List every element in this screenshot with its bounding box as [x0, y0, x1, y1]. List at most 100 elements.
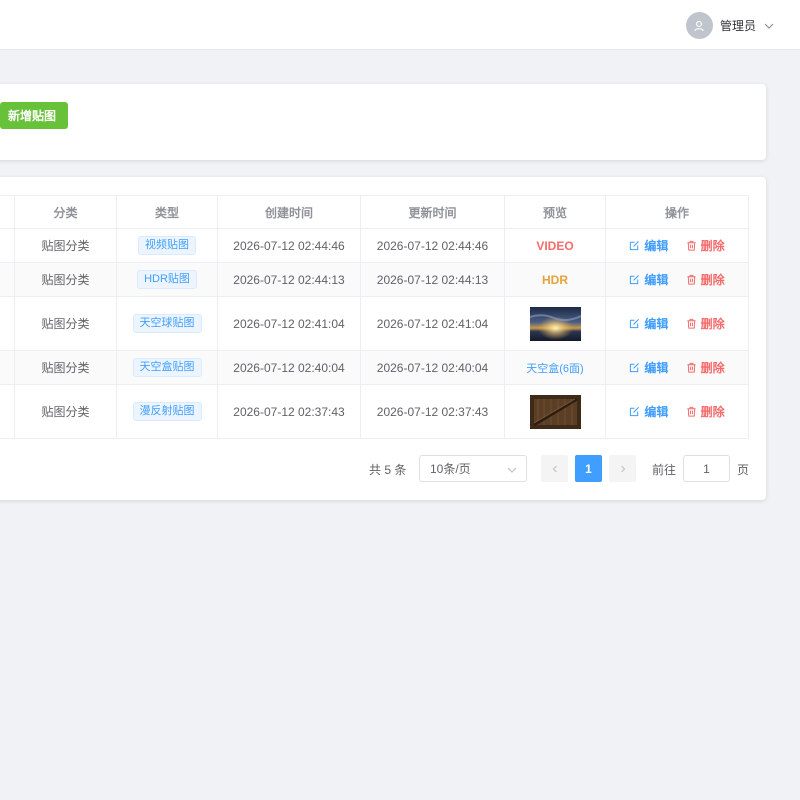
cell-hidden: [0, 350, 15, 385]
table-row[interactable]: 贴图分类 漫反射贴图 2026-07-12 02:37:43 2026-07-1…: [0, 384, 749, 439]
cell-hidden: [0, 296, 15, 351]
edit-button[interactable]: 编辑: [629, 315, 668, 332]
column-header-actions[interactable]: 操作: [605, 195, 749, 229]
cell-created: 2026-07-12 02:41:04: [217, 296, 361, 351]
goto-page-input[interactable]: [683, 455, 730, 482]
user-menu[interactable]: 管理员: [685, 12, 774, 39]
page-size-select[interactable]: 10条/页: [419, 455, 527, 482]
delete-button[interactable]: 删除: [686, 359, 725, 376]
cell-category: 贴图分类: [14, 228, 117, 263]
avatar[interactable]: [685, 12, 713, 39]
type-tag: 天空盒贴图: [132, 358, 202, 377]
preview-thumbnail[interactable]: [529, 306, 581, 341]
cell-preview: 天空盒(6面): [504, 350, 606, 385]
chevron-left-icon: [552, 465, 557, 472]
user-icon: [694, 20, 705, 31]
column-header-category[interactable]: 分类: [14, 195, 117, 229]
edit-icon: [630, 275, 640, 285]
edit-button[interactable]: 编辑: [629, 237, 668, 254]
cell-type: 天空球贴图: [116, 296, 218, 351]
edit-label: 编辑: [644, 405, 669, 419]
cell-created: 2026-07-12 02:37:43: [217, 384, 361, 439]
cell-preview: VIDEO: [504, 228, 606, 263]
column-header-updated[interactable]: 更新时间: [360, 195, 505, 229]
delete-button[interactable]: 删除: [686, 403, 725, 420]
pagination-total: 共 5 条: [369, 463, 407, 477]
column-header-created[interactable]: 创建时间: [217, 195, 361, 229]
cell-hidden: [0, 384, 15, 439]
delete-button[interactable]: 删除: [686, 315, 725, 332]
edit-icon: [630, 319, 640, 329]
edit-icon: [630, 241, 640, 251]
cell-updated: 2026-07-12 02:40:04: [360, 350, 505, 385]
delete-button[interactable]: 删除: [686, 237, 725, 254]
edit-icon: [630, 363, 640, 373]
chevron-right-icon: [620, 465, 625, 472]
cell-hidden: [0, 262, 15, 297]
edit-label: 编辑: [644, 239, 669, 253]
cell-category: 贴图分类: [14, 384, 117, 439]
edit-label: 编辑: [644, 361, 669, 375]
cell-category: 贴图分类: [14, 296, 117, 351]
column-header-type[interactable]: 类型: [116, 195, 218, 229]
delete-label: 删除: [700, 317, 725, 331]
delete-label: 删除: [700, 273, 725, 287]
table-header-row: 分类 类型 创建时间 更新时间 预览 操作: [0, 195, 749, 229]
wood-crate-thumbnail: [529, 394, 581, 429]
edit-icon: [630, 407, 640, 417]
edit-button[interactable]: 编辑: [629, 271, 668, 288]
type-tag: 天空球贴图: [132, 314, 202, 333]
cell-hidden: [0, 228, 15, 263]
delete-button[interactable]: 删除: [686, 271, 725, 288]
preview-thumbnail[interactable]: [529, 394, 581, 429]
page-number-current[interactable]: 1: [575, 455, 602, 482]
preview-skybox-link[interactable]: 天空盒(6面): [526, 363, 583, 375]
edit-button[interactable]: 编辑: [629, 359, 668, 376]
prev-page-button[interactable]: [541, 455, 568, 482]
cell-updated: 2026-07-12 02:41:04: [360, 296, 505, 351]
trash-icon: [687, 406, 696, 417]
add-texture-button[interactable]: 新增贴图: [0, 102, 68, 129]
trash-icon: [687, 318, 696, 329]
cell-preview: [504, 296, 606, 351]
cell-created: 2026-07-12 02:40:04: [217, 350, 361, 385]
cell-created: 2026-07-12 02:44:46: [217, 228, 361, 263]
chevron-down-icon: [507, 467, 517, 473]
cell-updated: 2026-07-12 02:44:13: [360, 262, 505, 297]
preview-video-label: VIDEO: [536, 238, 574, 253]
delete-label: 删除: [700, 239, 725, 253]
trash-icon: [687, 240, 696, 251]
cell-type: 视频贴图: [116, 228, 218, 263]
cell-preview: [504, 384, 606, 439]
page-size-value: 10条/页: [430, 462, 471, 476]
trash-icon: [687, 362, 696, 373]
type-tag: HDR贴图: [137, 270, 197, 289]
cell-actions: 编辑 删除: [605, 228, 749, 263]
edit-button[interactable]: 编辑: [629, 403, 668, 420]
table-row[interactable]: 贴图分类 HDR贴图 2026-07-12 02:44:13 2026-07-1…: [0, 262, 749, 297]
cell-created: 2026-07-12 02:44:13: [217, 262, 361, 297]
chevron-down-icon[interactable]: [764, 21, 774, 31]
cell-type: 天空盒贴图: [116, 350, 218, 385]
table-row[interactable]: 贴图分类 天空球贴图 2026-07-12 02:41:04 2026-07-1…: [0, 296, 749, 351]
cell-type: HDR贴图: [116, 262, 218, 297]
top-navbar: 管理员: [0, 0, 800, 50]
cell-category: 贴图分类: [14, 262, 117, 297]
column-header-preview[interactable]: 预览: [504, 195, 606, 229]
table-row[interactable]: 贴图分类 天空盒贴图 2026-07-12 02:40:04 2026-07-1…: [0, 350, 749, 385]
type-tag: 视频贴图: [138, 236, 196, 255]
cell-updated: 2026-07-12 02:44:46: [360, 228, 505, 263]
user-name: 管理员: [719, 19, 756, 33]
cell-type: 漫反射贴图: [116, 384, 218, 439]
delete-label: 删除: [700, 361, 725, 375]
cell-category: 贴图分类: [14, 350, 117, 385]
cell-updated: 2026-07-12 02:37:43: [360, 384, 505, 439]
next-page-button[interactable]: [609, 455, 636, 482]
edit-label: 编辑: [644, 273, 669, 287]
cell-actions: 编辑 删除: [605, 350, 749, 385]
table-row[interactable]: 贴图分类 视频贴图 2026-07-12 02:44:46 2026-07-12…: [0, 228, 749, 263]
delete-label: 删除: [700, 405, 725, 419]
cell-actions: 编辑 删除: [605, 262, 749, 297]
page-suffix-label: 页: [737, 463, 750, 477]
column-header-hidden: [0, 195, 15, 229]
